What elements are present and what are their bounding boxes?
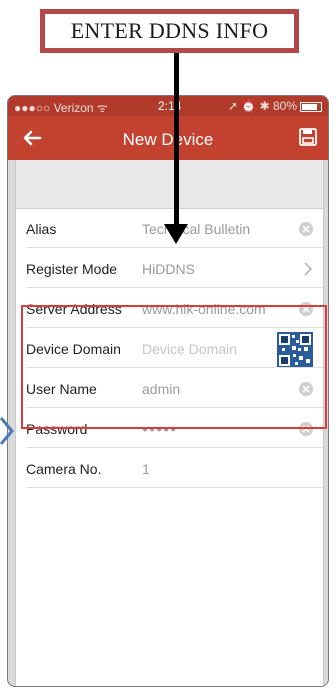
side-chevron-icon	[0, 417, 14, 445]
navigation-bar: New Device	[8, 116, 328, 160]
section-header	[16, 160, 323, 209]
camera-number-row[interactable]: Camera No. 1	[16, 450, 323, 488]
save-icon[interactable]	[298, 127, 318, 147]
alias-field[interactable]: Technical Bulletin	[142, 221, 250, 237]
divider	[26, 487, 323, 488]
pointer-arrow-head	[164, 224, 188, 244]
status-indicators: ➚ ⏰ ✱ 80%	[228, 99, 322, 113]
carrier-label: ●●●○○ Verizon ᯤ	[14, 101, 108, 115]
divider	[26, 287, 323, 288]
indicator-text: ➚ ⏰ ✱ 80%	[227, 99, 297, 113]
pointer-arrow-shaft	[174, 53, 179, 229]
camera-number-field[interactable]: 1	[142, 461, 150, 477]
page-title: New Device	[122, 130, 214, 149]
ddns-fields-highlight	[21, 305, 327, 429]
callout-box: ENTER DDNS INFO	[40, 9, 299, 53]
alias-label: Alias	[26, 221, 57, 237]
register-mode-label: Register Mode	[26, 261, 118, 277]
divider	[26, 447, 323, 448]
callout-text: ENTER DDNS INFO	[70, 18, 269, 43]
camera-number-label: Camera No.	[26, 461, 102, 477]
status-bar: ●●●○○ Verizon ᯤ 2:14 ➚ ⏰ ✱ 80%	[8, 96, 328, 116]
register-mode-value[interactable]: HiDDNS	[142, 261, 195, 277]
divider	[26, 247, 323, 248]
clear-icon[interactable]	[299, 222, 313, 236]
register-mode-row[interactable]: Register Mode HiDDNS	[16, 250, 323, 288]
chevron-right-icon[interactable]	[303, 261, 313, 277]
battery-icon	[300, 101, 322, 112]
